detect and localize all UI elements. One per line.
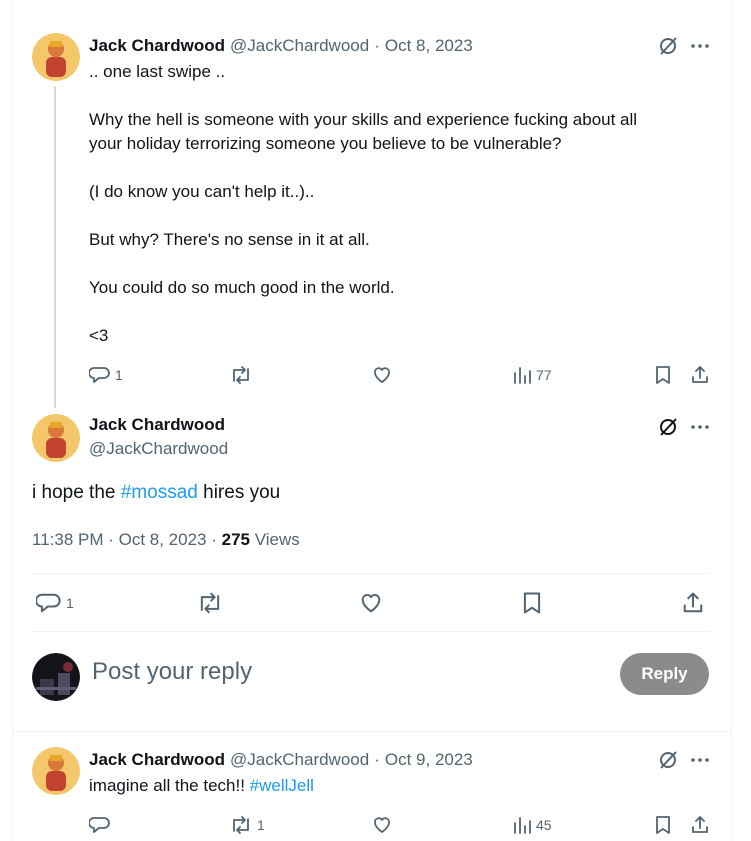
- reply-action[interactable]: 1: [36, 590, 74, 616]
- divider: [12, 731, 732, 732]
- post-text: i hope the #mossad hires you: [32, 482, 281, 503]
- like-icon[interactable]: [358, 590, 384, 616]
- avatar[interactable]: [32, 747, 80, 795]
- separator-dot: ·: [374, 750, 380, 769]
- bookmark-icon[interactable]: [519, 590, 545, 616]
- author-handle[interactable]: @JackChardwood: [230, 750, 369, 770]
- post-meta: 11:38 PM · Oct 8, 2023 · 275 Views: [32, 530, 300, 550]
- reply-count: 1: [115, 367, 123, 383]
- grok-icon[interactable]: [657, 749, 679, 771]
- views-label: Views: [249, 530, 300, 549]
- avatar[interactable]: [32, 414, 80, 462]
- author-name[interactable]: Jack Chardwood: [89, 36, 225, 56]
- divider: [32, 631, 711, 632]
- bookmark-icon[interactable]: [652, 364, 674, 386]
- like-icon[interactable]: [371, 364, 393, 386]
- divider: [32, 573, 711, 574]
- views-count: 45: [536, 817, 552, 833]
- thread-line: [54, 86, 56, 408]
- post-timestamp[interactable]: 11:38 PM · Oct 8, 2023 ·: [32, 530, 222, 549]
- author-name[interactable]: Jack Chardwood: [89, 415, 225, 435]
- reply-action[interactable]: 1: [89, 364, 123, 386]
- views-count: 77: [536, 367, 552, 383]
- post-date[interactable]: Oct 9, 2023: [385, 750, 473, 770]
- views-icon: [512, 364, 532, 386]
- share-icon[interactable]: [689, 364, 711, 386]
- views-count: 275: [221, 530, 250, 549]
- reply-count: 1: [66, 595, 74, 611]
- hashtag-link[interactable]: #mossad: [121, 482, 198, 503]
- repost-icon[interactable]: [229, 364, 253, 386]
- repost-action[interactable]: 1: [229, 814, 265, 836]
- my-avatar[interactable]: [32, 653, 80, 701]
- reply-icon[interactable]: [89, 814, 111, 836]
- share-icon[interactable]: [680, 590, 706, 616]
- reply-input[interactable]: Post your reply: [92, 658, 252, 686]
- views-icon: [512, 814, 532, 836]
- share-icon[interactable]: [689, 814, 711, 836]
- author-handle[interactable]: @JackChardwood: [230, 36, 369, 56]
- views-action[interactable]: 45: [512, 814, 552, 836]
- like-icon[interactable]: [371, 814, 393, 836]
- reply-icon: [89, 364, 111, 386]
- separator-dot: ·: [374, 36, 380, 55]
- grok-icon[interactable]: [657, 416, 679, 438]
- avatar[interactable]: [32, 33, 80, 81]
- reply-button[interactable]: Reply: [620, 653, 709, 695]
- repost-icon: [229, 814, 253, 836]
- post-text: .. one last swipe .. Why the hell is som…: [89, 62, 638, 345]
- more-icon[interactable]: [690, 749, 710, 769]
- repost-count: 1: [257, 817, 265, 833]
- more-icon[interactable]: [690, 416, 710, 436]
- bookmark-icon[interactable]: [652, 814, 674, 836]
- views-action[interactable]: 77: [512, 364, 552, 386]
- author-handle[interactable]: @JackChardwood: [89, 439, 228, 459]
- reply-icon: [36, 590, 62, 616]
- more-icon[interactable]: [690, 35, 710, 55]
- author-name[interactable]: Jack Chardwood: [89, 750, 225, 770]
- repost-icon[interactable]: [196, 590, 224, 616]
- grok-icon[interactable]: [657, 35, 679, 57]
- post-text: imagine all the tech!! #wellJell: [89, 776, 314, 795]
- post-date[interactable]: Oct 8, 2023: [385, 36, 473, 56]
- hashtag-link[interactable]: #wellJell: [250, 776, 314, 795]
